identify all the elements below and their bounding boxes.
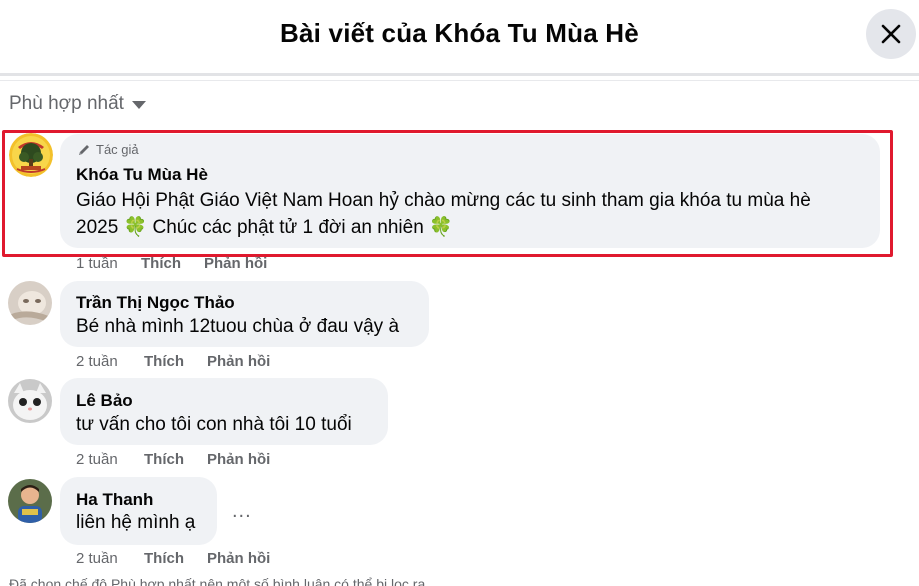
header-divider-secondary: [0, 80, 919, 81]
comment-text-line-1: Giáo Hội Phật Giáo Việt Nam Hoan hỷ chào…: [76, 190, 811, 211]
avatar[interactable]: [8, 479, 52, 523]
reply-button[interactable]: Phản hồi: [204, 255, 267, 272]
comment-actions: 2 tuần Thích Phản hồi: [76, 550, 270, 567]
like-button[interactable]: Thích: [141, 255, 204, 272]
header-divider: [0, 73, 919, 76]
comment-author-name[interactable]: Lê Bảo: [76, 391, 133, 411]
filter-note: Đã chọn chế độ Phù hợp nhất nên một số b…: [9, 576, 430, 586]
like-button[interactable]: Thích: [144, 451, 207, 468]
child-photo-avatar-icon: [8, 479, 52, 523]
avatar[interactable]: [8, 379, 52, 423]
comment-actions: 2 tuần Thích Phản hồi: [76, 353, 270, 370]
comment-actions: 2 tuần Thích Phản hồi: [76, 451, 270, 468]
sort-label: Phù hợp nhất: [9, 93, 124, 114]
comment-text: liên hệ mình ạ: [76, 512, 196, 533]
comment-actions: 1 tuần Thích Phản hồi: [76, 255, 267, 272]
author-badge-label: Tác giả: [96, 142, 139, 157]
comment-text: Bé nhà mình 12tuou chùa ở đau vậy à: [76, 316, 400, 337]
comment-text: tư vấn cho tôi con nhà tôi 10 tuổi: [76, 414, 352, 435]
sort-dropdown[interactable]: Phù hợp nhất: [9, 92, 146, 116]
reply-button[interactable]: Phản hồi: [207, 550, 270, 567]
more-options-button[interactable]: ...: [232, 500, 252, 523]
comment-time[interactable]: 2 tuần: [76, 550, 144, 567]
caret-down-icon: [131, 101, 146, 109]
comment-time[interactable]: 2 tuần: [76, 353, 144, 370]
avatar[interactable]: [8, 281, 52, 325]
comment-author-name[interactable]: Ha Thanh: [76, 490, 153, 510]
author-badge: Tác giả: [77, 142, 139, 157]
comment-author-name[interactable]: Khóa Tu Mùa Hè: [76, 165, 208, 185]
comment-time[interactable]: 1 tuần: [76, 255, 141, 272]
pencil-icon: [79, 144, 89, 155]
close-icon: [881, 24, 901, 44]
temple-logo-avatar-icon: [9, 133, 53, 177]
close-button[interactable]: [866, 9, 916, 59]
like-button[interactable]: Thích: [144, 550, 207, 567]
cat-photo-avatar-icon: [8, 379, 52, 423]
comment-time[interactable]: 2 tuần: [76, 451, 144, 468]
dialog-header: Bài viết của Khóa Tu Mùa Hè: [0, 0, 919, 72]
comment-author-name[interactable]: Trần Thị Ngọc Thảo: [76, 293, 235, 313]
like-button[interactable]: Thích: [144, 353, 207, 370]
avatar[interactable]: [9, 133, 53, 177]
reply-button[interactable]: Phản hồi: [207, 353, 270, 370]
reply-button[interactable]: Phản hồi: [207, 451, 270, 468]
dialog-title: Bài viết của Khóa Tu Mùa Hè: [280, 18, 639, 48]
user-photo-avatar-icon: [8, 281, 52, 325]
comment-text-line-2: 2025 🍀 Chúc các phật tử 1 đời an nhiên 🍀: [76, 217, 453, 238]
